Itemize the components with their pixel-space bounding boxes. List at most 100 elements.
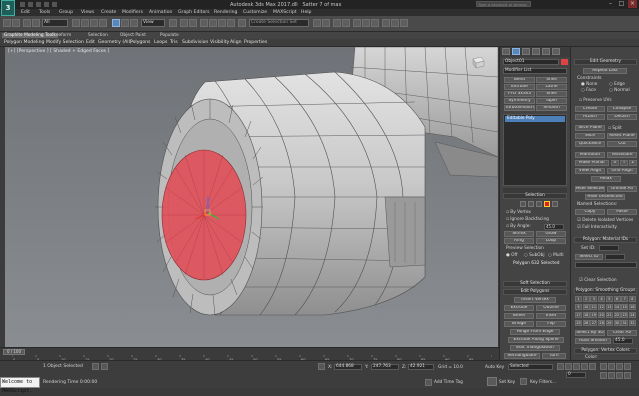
collapse-button[interactable]: Collapse bbox=[607, 106, 637, 112]
make-planar-button[interactable]: Make Planar bbox=[575, 160, 609, 166]
smoothing-group-button[interactable]: 8 bbox=[628, 296, 636, 302]
extrude-mod-button[interactable]: Extrude bbox=[504, 84, 535, 90]
zoom-extents-all-icon[interactable] bbox=[624, 363, 631, 370]
tab-selection[interactable]: Selection bbox=[88, 33, 108, 38]
cut-button[interactable]: Cut bbox=[607, 141, 637, 147]
lathe-button[interactable]: Lathe bbox=[536, 84, 567, 90]
selected-set-dropdown[interactable]: Selected bbox=[508, 364, 553, 370]
zoom-all-icon[interactable] bbox=[608, 363, 615, 370]
edge-mode-icon[interactable] bbox=[528, 201, 534, 207]
select-and-rotate-icon[interactable] bbox=[121, 19, 129, 27]
ribbon-loops[interactable]: Loops bbox=[154, 40, 167, 45]
scene-explorer-icon[interactable] bbox=[342, 19, 350, 27]
tab-populate[interactable]: Populate bbox=[160, 33, 179, 38]
by-vertex-checkbox[interactable]: ▫ By Vertex bbox=[506, 210, 531, 215]
material-ids-rollout-header[interactable]: Polygon: Material IDs bbox=[574, 237, 637, 243]
tab-graphite-modeling-tools[interactable]: Graphite Modeling Tools bbox=[2, 33, 58, 38]
border-mode-icon[interactable] bbox=[536, 201, 542, 207]
set-id-field[interactable] bbox=[599, 245, 619, 251]
mirror-icon[interactable] bbox=[313, 19, 321, 27]
zoom-icon[interactable] bbox=[600, 363, 607, 370]
snaps-toggle-icon[interactable] bbox=[200, 19, 208, 27]
rectangular-selection-icon[interactable] bbox=[90, 19, 98, 27]
viewcube[interactable] bbox=[467, 53, 489, 73]
vertex-colors-rollout-header[interactable]: Polygon: Vertex Colors bbox=[574, 348, 637, 354]
pivot-center-icon[interactable] bbox=[169, 19, 177, 27]
object-color-swatch[interactable] bbox=[561, 59, 568, 65]
angle-snap-icon[interactable] bbox=[209, 19, 217, 27]
smoothing-group-button[interactable]: 19 bbox=[590, 312, 598, 318]
shell-button-2[interactable]: Shell bbox=[536, 91, 567, 97]
app-logo-button[interactable]: 3 bbox=[1, 0, 15, 16]
unhide-all-button[interactable]: Unhide All bbox=[607, 186, 637, 192]
smoothing-group-button[interactable]: 7 bbox=[621, 296, 629, 302]
select-id-button[interactable]: Select ID bbox=[575, 254, 603, 260]
display-panel-icon[interactable] bbox=[542, 48, 550, 55]
menu-help[interactable]: Help bbox=[301, 10, 311, 15]
render-setup-icon[interactable] bbox=[382, 19, 390, 27]
menu-customize[interactable]: Customize bbox=[243, 10, 267, 15]
outline-button[interactable]: Outline bbox=[536, 305, 566, 311]
clear-all-button[interactable]: Clear All bbox=[607, 330, 637, 336]
smooth-button[interactable]: Smooth bbox=[536, 105, 567, 111]
bend-button[interactable]: Bend bbox=[504, 77, 535, 83]
hinge-from-edge-button[interactable]: Hinge From Edge bbox=[510, 329, 560, 335]
undo-icon[interactable] bbox=[3, 19, 11, 27]
edit-named-selection-icon[interactable] bbox=[238, 19, 246, 27]
preview-subobj-radio[interactable]: ○ SubObj bbox=[524, 253, 545, 258]
redo-icon[interactable] bbox=[12, 19, 20, 27]
layer-explorer-icon[interactable] bbox=[333, 19, 341, 27]
ribbon-tris[interactable]: Tris bbox=[170, 40, 178, 45]
inset-button[interactable]: Inset bbox=[536, 313, 566, 319]
repeat-last-button[interactable]: Repeat Last bbox=[583, 68, 627, 74]
extrude-along-spline-button[interactable]: Extrude Along Spline bbox=[508, 337, 564, 343]
by-angle-checkbox[interactable]: ▫ By Angle: bbox=[506, 224, 531, 229]
selection-filter-dropdown[interactable]: All bbox=[42, 19, 68, 27]
smoothing-group-button[interactable]: 12 bbox=[598, 304, 606, 310]
modifier-list-dropdown[interactable]: Modifier List bbox=[503, 68, 567, 74]
current-frame-field[interactable]: 0 bbox=[566, 372, 586, 378]
menu-modifiers[interactable]: Modifiers bbox=[122, 10, 143, 15]
planar-y-button[interactable]: Y bbox=[620, 160, 628, 166]
hierarchy-panel-icon[interactable] bbox=[522, 48, 530, 55]
y-coord-field[interactable]: 247.763 bbox=[371, 364, 399, 370]
smoothing-group-button[interactable]: 30 bbox=[613, 320, 621, 326]
view-align-button[interactable]: View Align bbox=[575, 168, 605, 174]
rendered-frame-window-icon[interactable] bbox=[391, 19, 399, 27]
window-crossing-icon[interactable] bbox=[99, 19, 107, 27]
schematic-view-icon[interactable] bbox=[362, 19, 370, 27]
vertex-mode-icon[interactable] bbox=[520, 201, 526, 207]
search-input[interactable]: Type a keyword or phrase bbox=[476, 1, 531, 7]
planar-z-button[interactable]: Z bbox=[629, 160, 637, 166]
ribbon-polygon-modeling[interactable]: Polygon Modeling bbox=[4, 40, 44, 45]
smoothing-group-button[interactable]: 23 bbox=[621, 312, 629, 318]
auto-smooth-button[interactable]: Auto Smooth bbox=[575, 338, 611, 344]
smoothing-groups-rollout-header[interactable]: Polygon: Smoothing Groups bbox=[574, 288, 637, 294]
smoothing-group-button[interactable]: 28 bbox=[598, 320, 606, 326]
stack-item-editable-poly[interactable]: Editable Poly bbox=[505, 116, 565, 122]
object-name-field[interactable]: Object01 bbox=[503, 59, 559, 65]
minimize-button[interactable]: – bbox=[606, 0, 615, 8]
viewport-canvas[interactable] bbox=[5, 47, 498, 347]
select-by-name-icon[interactable] bbox=[81, 19, 89, 27]
zoom-extents-icon[interactable] bbox=[616, 363, 623, 370]
msmooth-button[interactable]: MSmooth bbox=[575, 152, 605, 158]
smoothing-group-button[interactable]: 25 bbox=[575, 320, 582, 326]
x-coord-field[interactable]: 644.868 bbox=[334, 364, 362, 370]
go-to-start-icon[interactable] bbox=[557, 363, 564, 370]
align-icon[interactable] bbox=[322, 19, 330, 27]
constraint-normal-radio[interactable]: ○ Normal bbox=[609, 88, 630, 93]
maximize-viewport-icon[interactable] bbox=[624, 372, 631, 379]
selection-rollout-header[interactable]: Selection bbox=[503, 193, 567, 199]
smoothing-group-button[interactable]: 11 bbox=[590, 304, 598, 310]
smoothing-group-button[interactable]: 21 bbox=[605, 312, 613, 318]
bevel-button[interactable]: Bevel bbox=[504, 313, 534, 319]
full-interactivity-checkbox[interactable]: ☑ Full Interactivity bbox=[577, 225, 617, 230]
select-and-scale-icon[interactable] bbox=[130, 19, 138, 27]
material-name-dropdown[interactable] bbox=[575, 262, 637, 268]
maxscript-listener[interactable]: Welcome to MAXScript. bbox=[0, 377, 40, 394]
smoothing-group-button[interactable]: 24 bbox=[628, 312, 636, 318]
create-panel-icon[interactable] bbox=[502, 48, 510, 55]
curve-editor-icon[interactable] bbox=[353, 19, 361, 27]
constraint-face-radio[interactable]: ○ Face bbox=[581, 88, 596, 93]
